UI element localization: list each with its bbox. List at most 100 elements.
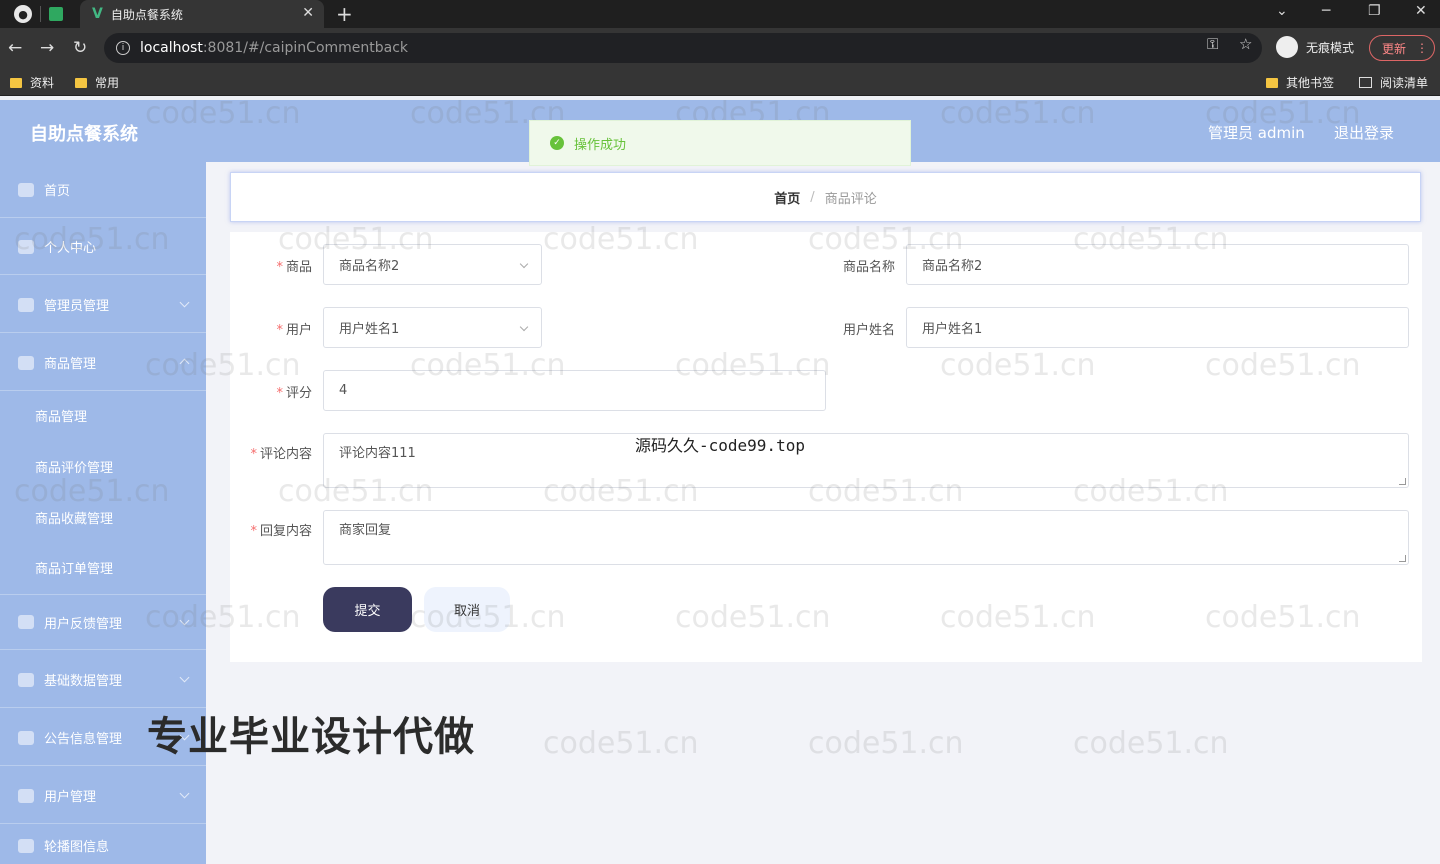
sidebar-item-carousel[interactable]: 轮播图信息 <box>0 826 206 864</box>
success-toast: ✓ 操作成功 <box>529 120 911 166</box>
product-name-value: 商品名称2 <box>922 259 983 274</box>
rating-field[interactable]: 4 <box>323 370 826 411</box>
sidebar-subitem-favorites[interactable]: 商品收藏管理 <box>0 492 206 542</box>
watermark: code51.cn <box>543 726 699 761</box>
user-name-field[interactable]: 用户姓名1 <box>906 307 1409 348</box>
breadcrumb-home[interactable]: 首页 <box>774 188 800 207</box>
sidebar-item-base-data[interactable]: 基础数据管理 <box>0 652 206 708</box>
bookmark-label: 常用 <box>95 76 120 90</box>
reply-textarea[interactable]: 商家回复 <box>323 510 1409 565</box>
carousel-icon <box>18 838 34 853</box>
product-icon <box>18 355 34 370</box>
app-root: 自助点餐系统 管理员 admin 退出登录 ✓ 操作成功 首页 个人中心 管理员… <box>0 96 1440 864</box>
product-label: * 商品 <box>230 256 312 275</box>
required-mark: * <box>276 386 283 401</box>
sidebar-item-label: 用户反馈管理 <box>44 616 123 632</box>
breadcrumb: 首页 / 商品评论 <box>230 172 1421 222</box>
product-select-value: 商品名称2 <box>339 259 400 274</box>
sidebar-item-label: 公告信息管理 <box>44 732 123 747</box>
tab-close-icon[interactable]: ✕ <box>302 5 314 21</box>
sidebar-item-feedback[interactable]: 用户反馈管理 <box>0 594 206 650</box>
source-overlay-text: 源码久久-code99.top <box>635 436 805 455</box>
incognito-indicator[interactable]: 无痕模式 <box>1276 36 1354 58</box>
bookmark-item[interactable]: 常用 <box>75 74 119 91</box>
comment-value: 评论内容111 <box>339 446 416 461</box>
browser-tab-active[interactable]: V 自助点餐系统 ✕ <box>80 0 324 28</box>
window-close-icon[interactable]: ✕ <box>1415 3 1427 19</box>
new-tab-icon[interactable]: + <box>336 2 353 26</box>
site-info-icon[interactable]: i <box>116 41 130 55</box>
chevron-down-icon <box>519 322 529 332</box>
notice-icon <box>18 730 34 745</box>
other-bookmarks-label: 其他书签 <box>1286 76 1335 90</box>
tab-search-icon[interactable]: ⌄ <box>1276 3 1288 19</box>
reading-list-icon <box>1359 77 1372 88</box>
chevron-up-icon <box>179 358 190 369</box>
sidebar-subitem-label: 商品评价管理 <box>35 460 114 476</box>
reply-label: * 回复内容 <box>230 520 312 539</box>
password-key-icon[interactable]: ⚿ <box>1207 35 1218 53</box>
resize-grip-icon[interactable] <box>1399 555 1406 562</box>
required-mark: * <box>276 323 283 338</box>
browser-menu-icon[interactable]: ● <box>14 5 32 23</box>
sidebar-item-products[interactable]: 商品管理 <box>0 335 206 391</box>
product-name-field[interactable]: 商品名称2 <box>906 244 1409 285</box>
sidebar-item-home[interactable]: 首页 <box>0 162 206 218</box>
sidebar-item-label: 轮播图信息 <box>44 840 110 855</box>
submit-button[interactable]: 提交 <box>323 587 412 632</box>
url-input[interactable]: i localhost:8081/#/caipinCommentback <box>104 33 1262 63</box>
folder-icon <box>10 77 22 88</box>
reply-value: 商家回复 <box>339 523 392 538</box>
sidebar-subitem-label: 商品收藏管理 <box>35 511 114 527</box>
restore-icon[interactable]: ❐ <box>1368 3 1381 19</box>
bookmarks-bar: 资料 常用 其他书签 阅读清单 <box>0 68 1440 96</box>
rating-label: * 评分 <box>230 382 312 401</box>
back-icon[interactable]: ← <box>8 38 22 58</box>
users-icon <box>18 788 34 803</box>
admin-user: 管理员 admin <box>1208 124 1305 142</box>
sidebar-item-label: 基础数据管理 <box>44 674 123 689</box>
sidebar-subitem-orders[interactable]: 商品订单管理 <box>0 542 206 592</box>
incognito-icon <box>1276 36 1298 58</box>
sidebar-item-label: 商品管理 <box>44 357 97 372</box>
rating-value: 4 <box>339 383 348 398</box>
required-mark: * <box>276 260 283 275</box>
sidebar-item-profile[interactable]: 个人中心 <box>0 219 206 275</box>
chevron-down-icon <box>179 672 190 683</box>
forward-icon[interactable]: → <box>40 38 54 58</box>
home-icon <box>18 182 34 197</box>
bookmark-star-icon[interactable]: ☆ <box>1239 35 1252 53</box>
admin-icon <box>18 297 34 312</box>
sidebar-item-users[interactable]: 用户管理 <box>0 768 206 824</box>
minimize-icon[interactable]: ─ <box>1322 3 1330 19</box>
product-select[interactable]: 商品名称2 <box>323 244 542 285</box>
sidebar-subitem-label: 商品管理 <box>35 409 88 425</box>
bookmark-label: 资料 <box>30 76 55 90</box>
incognito-label: 无痕模式 <box>1306 40 1355 55</box>
reading-list[interactable]: 阅读清单 <box>1359 74 1428 91</box>
update-button[interactable]: 更新 ⋮ <box>1369 35 1435 61</box>
watermark: code51.cn <box>808 726 964 761</box>
other-bookmarks[interactable]: 其他书签 <box>1266 74 1334 91</box>
app-shortcut-icon[interactable] <box>49 7 63 21</box>
breadcrumb-current: 商品评论 <box>824 191 877 207</box>
sidebar-subitem-products[interactable]: 商品管理 <box>0 390 206 440</box>
feedback-icon <box>18 615 34 629</box>
cancel-button[interactable]: 取消 <box>424 587 510 632</box>
resize-grip-icon[interactable] <box>1399 478 1406 485</box>
logout-link[interactable]: 退出登录 <box>1334 122 1394 143</box>
reload-icon[interactable]: ↻ <box>73 38 87 58</box>
product-label-text: 商品 <box>285 260 312 275</box>
sidebar-subitem-comments[interactable]: 商品评价管理 <box>0 441 206 491</box>
sidebar-item-label: 用户管理 <box>44 790 97 805</box>
bookmark-item[interactable]: 资料 <box>10 74 54 91</box>
user-select[interactable]: 用户姓名1 <box>323 307 542 348</box>
breadcrumb-separator: / <box>810 189 815 205</box>
data-icon <box>18 672 34 687</box>
user-name-value: 用户姓名1 <box>922 322 983 337</box>
reply-label-text: 回复内容 <box>259 524 312 539</box>
comment-textarea[interactable]: 评论内容111 <box>323 433 1409 488</box>
success-check-icon: ✓ <box>550 136 564 150</box>
user-icon <box>18 239 34 254</box>
sidebar-item-admin[interactable]: 管理员管理 <box>0 277 206 333</box>
